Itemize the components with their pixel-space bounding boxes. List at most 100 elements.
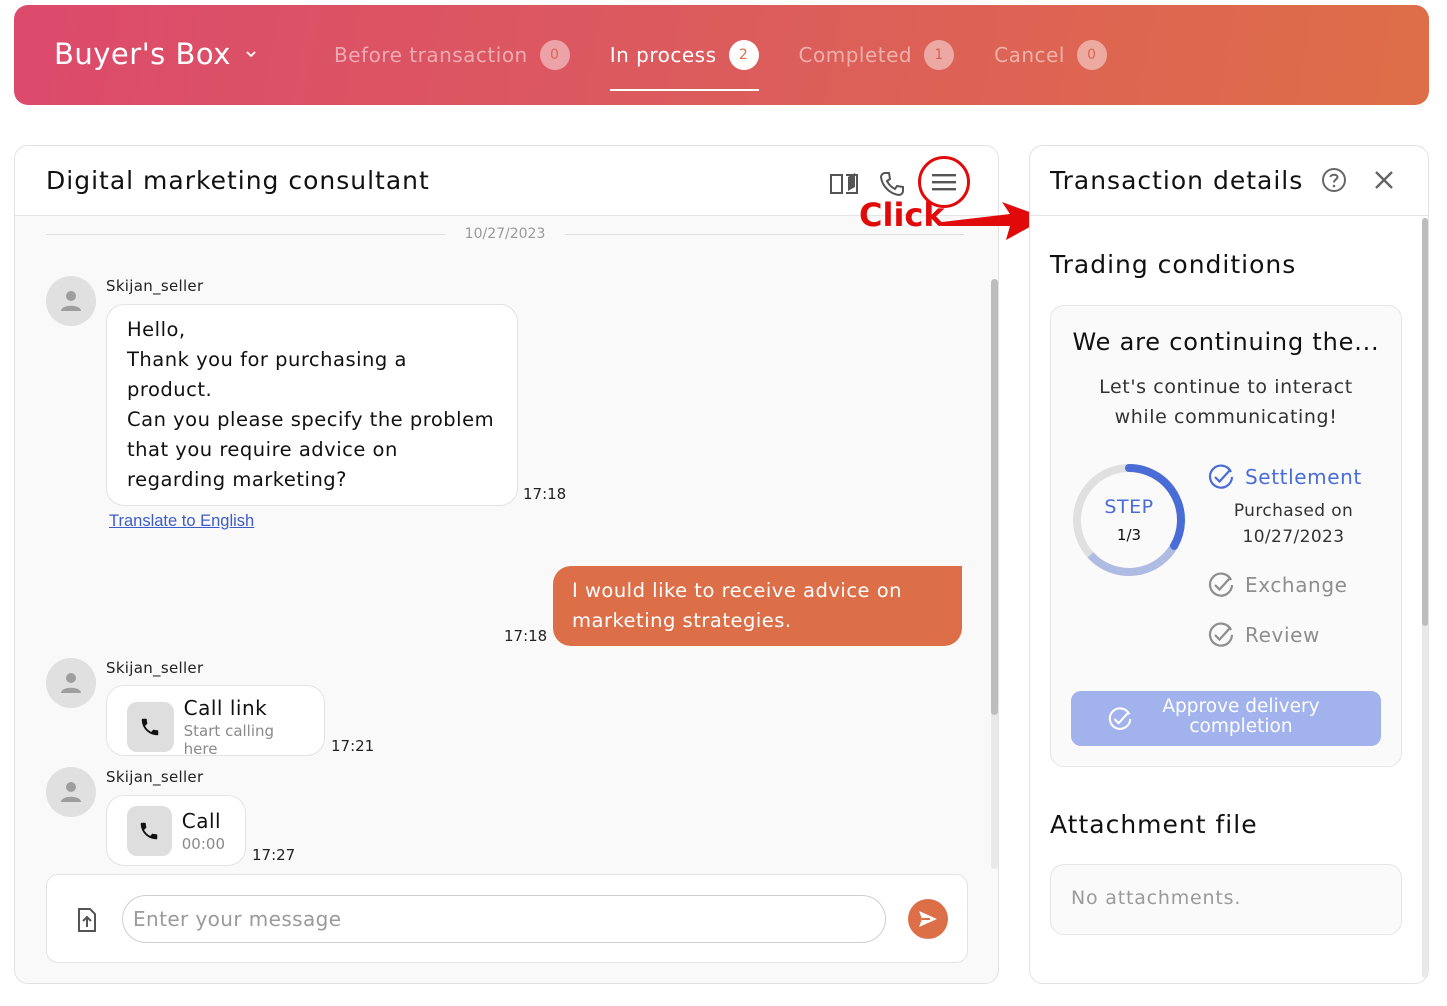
card-heading: We are continuing the... xyxy=(1072,328,1380,356)
date-separator-text: 10/27/2023 xyxy=(464,226,546,242)
divider xyxy=(46,233,445,235)
attach-file-button[interactable] xyxy=(73,905,101,935)
box-selector[interactable]: Buyer's Box xyxy=(54,37,257,71)
message-line: I would like to receive advice on xyxy=(572,579,903,602)
tab-count-badge: 2 xyxy=(728,40,759,70)
message-line: Hello, xyxy=(127,318,186,341)
step-exchange: Exchange xyxy=(1207,571,1348,599)
approve-label-line: Approve delivery xyxy=(1162,696,1320,717)
phone-icon xyxy=(142,718,159,736)
date-separator: 10/27/2023 xyxy=(46,226,965,242)
tab-cancel[interactable]: Cancel 0 xyxy=(994,35,1107,75)
no-attachments-text: No attachments. xyxy=(1071,887,1242,909)
call-title: Call link xyxy=(183,696,268,720)
message-bubble: Hello, Thank you for purchasing a produc… xyxy=(106,304,518,506)
avatar xyxy=(46,767,96,817)
call-link-card[interactable]: Call link Start calling here xyxy=(106,685,325,758)
approve-label-line: completion xyxy=(1189,716,1293,737)
chat-title: Digital marketing consultant xyxy=(46,166,430,195)
tab-count-badge: 1 xyxy=(924,40,955,70)
details-title: Transaction details xyxy=(1050,166,1304,195)
details-scrollbar-thumb[interactable] xyxy=(1422,218,1428,626)
approve-delivery-button[interactable]: Approve delivery completion xyxy=(1071,691,1381,746)
message-line: Can you please specify the problem xyxy=(127,408,495,431)
card-subtitle: Let's continue to interact while communi… xyxy=(1051,372,1401,432)
chat-panel: Digital marketing consultant 10/27/2023 … xyxy=(14,145,999,984)
tab-label: Cancel xyxy=(994,43,1065,67)
step-label-text: Settlement xyxy=(1245,465,1362,489)
trading-conditions-title: Trading conditions xyxy=(1050,250,1297,279)
send-icon xyxy=(919,911,937,927)
user-icon xyxy=(61,782,81,802)
message-composer xyxy=(46,874,968,963)
message-line: product. xyxy=(127,378,213,401)
tab-label: Completed xyxy=(798,43,913,67)
call-icon-box xyxy=(127,806,172,856)
tab-label: Before transaction xyxy=(334,43,528,67)
sender-name: Skijan_seller xyxy=(106,659,204,677)
close-icon xyxy=(1375,171,1393,189)
message-time: 17:18 xyxy=(523,485,567,503)
trading-conditions-card: We are continuing the... Let's continue … xyxy=(1050,305,1402,767)
status-tabs: Before transaction 0 In process 2 Comple… xyxy=(334,35,1147,91)
tab-label: In process xyxy=(609,43,717,67)
transaction-details-panel: Transaction details Trading conditions W… xyxy=(1029,145,1429,984)
ring-pending-arc xyxy=(1087,543,1178,576)
details-header: Transaction details xyxy=(1030,146,1428,216)
click-annotation-label: Click xyxy=(859,196,945,234)
brand-title: Buyer's Box xyxy=(54,37,231,71)
message-line: marketing strategies. xyxy=(572,609,792,632)
book-open-icon xyxy=(830,173,858,194)
phone-icon xyxy=(141,822,158,840)
step-review: Review xyxy=(1207,621,1320,649)
chat-header: Digital marketing consultant xyxy=(15,146,998,216)
tab-completed[interactable]: Completed 1 xyxy=(799,35,955,75)
send-button[interactable] xyxy=(908,899,948,939)
phone-icon xyxy=(879,172,904,197)
call-card[interactable]: Call 00:00 xyxy=(106,795,246,866)
step-note: Purchased on 10/27/2023 xyxy=(1211,498,1376,550)
tab-count-badge: 0 xyxy=(539,40,570,70)
message-time: 17:18 xyxy=(504,627,548,645)
check-circle-icon xyxy=(1108,707,1132,730)
avatar xyxy=(46,658,96,708)
call-card-content: Call 00:00 xyxy=(107,796,245,866)
card-subtitle-line: Let's continue to interact xyxy=(1099,376,1353,398)
message-line: Thank you for purchasing a xyxy=(127,348,407,371)
call-title: Call xyxy=(181,809,222,833)
translate-link[interactable]: Translate to English xyxy=(109,512,254,531)
check-circle-icon xyxy=(1208,572,1234,597)
tab-in-process[interactable]: In process 2 xyxy=(609,35,759,91)
call-subtitle: Start calling here xyxy=(183,722,275,758)
user-icon xyxy=(61,673,81,693)
chevron-down-icon xyxy=(246,51,256,58)
help-button[interactable] xyxy=(1320,166,1348,194)
my-message-bubble: I would like to receive advice on market… xyxy=(553,566,962,646)
step-label-text: Review xyxy=(1245,623,1320,647)
card-subtitle-line: while communicating! xyxy=(1114,406,1338,428)
chat-scrollbar-thumb[interactable] xyxy=(991,279,998,715)
tab-count-badge: 0 xyxy=(1076,40,1107,70)
call-card-content: Call link Start calling here xyxy=(107,686,324,768)
attachment-box: No attachments. xyxy=(1050,864,1402,935)
message-time: 17:27 xyxy=(252,846,296,864)
avatar xyxy=(46,276,96,326)
step-note-line: 10/27/2023 xyxy=(1242,527,1345,547)
message-input[interactable] xyxy=(122,895,886,943)
message-time: 17:21 xyxy=(331,737,375,755)
call-duration: 00:00 xyxy=(181,835,225,853)
file-upload-icon xyxy=(78,908,96,932)
tab-before-transaction[interactable]: Before transaction 0 xyxy=(334,35,570,75)
guide-button[interactable] xyxy=(824,164,864,204)
message-line: regarding marketing? xyxy=(127,468,348,491)
check-circle-icon xyxy=(1208,464,1234,489)
help-circle-icon xyxy=(1322,168,1346,192)
call-icon-box xyxy=(127,702,174,752)
sender-name: Skijan_seller xyxy=(106,768,204,786)
step-progress-ring xyxy=(1073,464,1185,576)
step-count: 1/3 xyxy=(1116,526,1142,544)
close-button[interactable] xyxy=(1370,166,1398,194)
approve-button-label: Approve delivery completion xyxy=(1151,697,1331,737)
message-line: that you require advice on xyxy=(127,438,398,461)
step-label: STEP xyxy=(1104,496,1154,518)
